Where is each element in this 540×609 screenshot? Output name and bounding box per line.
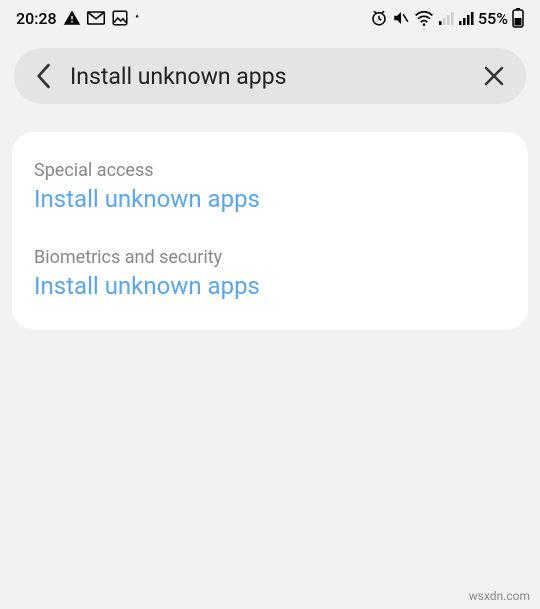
gmail-icon: [87, 11, 105, 25]
status-time: 20:28: [16, 9, 57, 28]
search-bar[interactable]: Install unknown apps: [14, 48, 526, 104]
more-icon: ·: [135, 9, 140, 27]
warning-icon: [63, 9, 81, 27]
status-right: 55%: [370, 8, 524, 28]
alarm-icon: [370, 9, 388, 27]
watermark: wsxdn.com: [469, 589, 530, 603]
status-bar: 20:28 · 55%: [0, 0, 540, 36]
result-item[interactable]: Biometrics and security Install unknown …: [34, 247, 506, 300]
result-item[interactable]: Special access Install unknown apps: [34, 160, 506, 213]
result-category: Special access: [34, 160, 506, 181]
result-category: Biometrics and security: [34, 247, 506, 268]
wifi-icon: [414, 9, 434, 27]
search-input[interactable]: Install unknown apps: [70, 63, 482, 90]
result-title: Install unknown apps: [34, 185, 506, 213]
status-left: 20:28 ·: [16, 9, 140, 28]
result-title: Install unknown apps: [34, 272, 506, 300]
close-icon[interactable]: [482, 64, 506, 88]
battery-text: 55%: [478, 9, 508, 28]
back-icon[interactable]: [34, 63, 52, 89]
battery-icon: [512, 8, 524, 28]
search-results: Special access Install unknown apps Biom…: [12, 132, 528, 330]
signal-2-icon: [458, 10, 474, 26]
image-icon: [111, 9, 129, 27]
signal-1-icon: [438, 10, 454, 26]
mute-icon: [392, 9, 410, 27]
